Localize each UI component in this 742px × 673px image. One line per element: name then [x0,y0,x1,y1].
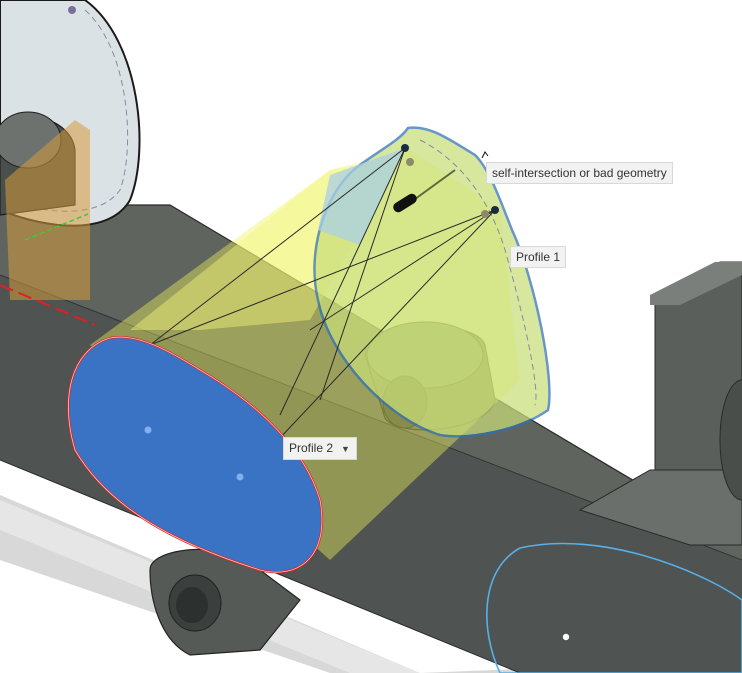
lower-boss-hole-inner [176,587,208,623]
profile-point-top[interactable] [401,144,409,152]
profile-2-point-a [144,426,152,434]
chevron-down-icon[interactable]: ▼ [341,442,350,456]
error-tooltip: self-intersection or bad geometry [486,162,673,184]
profile-point-mid [406,158,414,166]
sketch-point-bottom [562,633,570,641]
profile-point-right[interactable] [491,206,499,214]
profile-2-point-b [236,473,244,481]
profile-2-label: Profile 2 [289,441,334,455]
profile-1-label[interactable]: Profile 1 [510,246,567,268]
profile-point-right-inner [481,210,489,218]
profile-2-dropdown[interactable]: Profile 2 ▼ [283,437,357,460]
upper-left-point [68,6,76,14]
canvas-viewport[interactable]: self-intersection or bad geometry Profil… [0,0,742,673]
3d-scene[interactable] [0,0,742,673]
